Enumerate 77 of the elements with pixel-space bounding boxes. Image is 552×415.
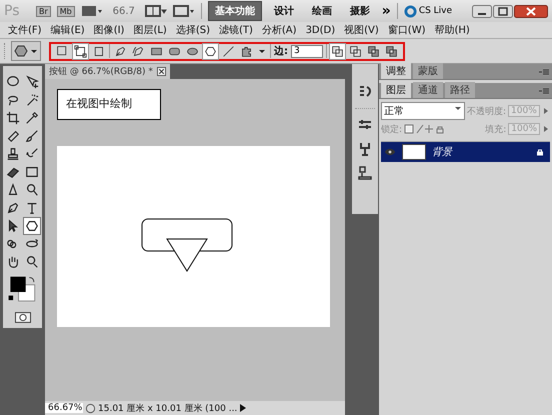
document-tab[interactable]: 按钮 @ 66.7%(RGB/8) * (45, 64, 170, 79)
menu-item[interactable]: 帮助(H) (430, 23, 474, 37)
eye-icon[interactable] (384, 147, 396, 157)
lock-label: 锁定: (381, 124, 402, 136)
arrange-documents-icon[interactable] (144, 4, 167, 18)
clone-source-icon[interactable] (357, 165, 373, 181)
zoom-level[interactable]: 66.7 (108, 6, 139, 16)
path-icon[interactable] (73, 44, 88, 58)
brush-icon[interactable] (24, 128, 40, 144)
mini-bridge-button[interactable]: Mb (56, 6, 75, 16)
line-icon[interactable] (221, 44, 236, 58)
cs-live-icon (404, 4, 417, 18)
app-logo: Ps (4, 3, 20, 19)
zoom-field[interactable]: 66.67% (45, 403, 83, 413)
blend-mode-dropdown[interactable]: 正常 (381, 102, 465, 120)
menu-item[interactable]: 视图(V) (340, 23, 383, 37)
caret-icon (31, 50, 37, 52)
sides-label: 边: (274, 44, 288, 58)
move-arrow-icon[interactable] (24, 74, 40, 90)
panel-tab[interactable]: 图层 (381, 82, 411, 98)
maximize-button[interactable] (493, 4, 513, 18)
close-icon[interactable] (156, 67, 166, 76)
hexagon-icon[interactable] (24, 218, 40, 234)
hexagon-icon[interactable] (203, 44, 218, 58)
quick-mask-icon[interactable] (14, 312, 30, 323)
minimize-button[interactable] (472, 4, 492, 18)
instruction-note: 在视图中绘制 (57, 89, 161, 120)
slider-arrow-icon[interactable] (542, 105, 550, 117)
stamp-icon[interactable] (5, 146, 21, 162)
opacity-label: 不透明度: (467, 106, 506, 118)
more-workspaces-button[interactable]: » (382, 3, 391, 19)
slider-arrow-icon[interactable] (542, 123, 550, 135)
menu-item[interactable]: 文件(F) (4, 23, 46, 37)
add-area-icon[interactable] (330, 44, 345, 58)
hexagon-icon (13, 43, 29, 59)
menu-item[interactable]: 窗口(W) (384, 23, 430, 37)
panel-tab[interactable]: 通道 (413, 82, 443, 98)
workspace-button[interactable]: 设计 (268, 2, 300, 20)
workspace-button[interactable]: 基本功能 (208, 1, 262, 21)
fill-label: 填充: (485, 124, 506, 136)
intersect-area-icon[interactable] (366, 44, 381, 58)
panel-tab[interactable]: 调整 (381, 63, 411, 79)
menu-item[interactable]: 分析(A) (258, 23, 301, 37)
caret-icon[interactable] (259, 50, 265, 52)
exclude-area-icon[interactable] (384, 44, 399, 58)
menu-item[interactable]: 3D(D) (302, 24, 340, 36)
layer-thumbnail (402, 144, 426, 160)
menu-item[interactable]: 图层(L) (129, 23, 171, 37)
dropdown-arrow-icon (454, 104, 462, 112)
panel-menu-icon[interactable] (539, 68, 549, 76)
play-arrow-icon[interactable] (239, 403, 248, 413)
menu-item[interactable]: 选择(S) (172, 23, 214, 37)
view-extras-icon[interactable] (80, 4, 103, 18)
layer-row[interactable]: 背景 (381, 141, 550, 162)
menu-item[interactable]: 图像(I) (90, 23, 128, 37)
document-title: 按钮 @ 66.7%(RGB/8) * (49, 66, 153, 78)
cs-live-button[interactable]: CS Live (404, 4, 452, 18)
panel-tab[interactable]: 蒙版 (413, 63, 443, 79)
zoom-icon[interactable] (24, 254, 40, 270)
layer-name: 背景 (432, 146, 454, 159)
screen-mode-icon[interactable] (172, 4, 195, 18)
close-button[interactable] (514, 4, 548, 18)
tool-preset-picker[interactable] (11, 41, 41, 61)
bridge-button[interactable]: Br (36, 6, 51, 16)
crop-icon[interactable] (5, 110, 21, 126)
pen-icon[interactable] (5, 200, 21, 216)
subtract-area-icon[interactable] (348, 44, 363, 58)
panel-menu-icon[interactable] (539, 87, 549, 95)
menu-item[interactable]: 编辑(E) (46, 23, 89, 37)
document-size-info: 15.01 厘米 x 10.01 厘米 (100 ... (98, 402, 238, 414)
eyedropper-icon[interactable] (24, 110, 40, 126)
menu-item[interactable]: 滤镜(T) (214, 23, 257, 37)
lock-options-drawing[interactable] (404, 124, 444, 134)
panel-tab[interactable]: 路径 (445, 82, 475, 98)
workspace-button[interactable]: 绘画 (306, 2, 338, 20)
sides-field[interactable]: 3 (291, 44, 323, 58)
workspace-button[interactable]: 摄影 (344, 2, 376, 20)
